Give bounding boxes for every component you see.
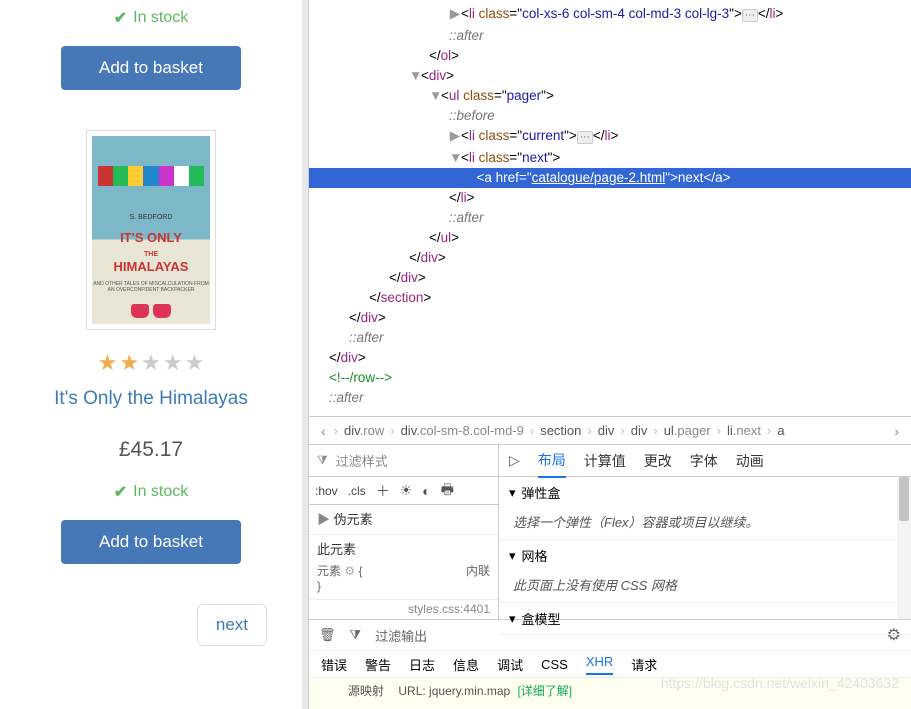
styles-tabs: ▷ 布局 计算值 更改 字体 动画 xyxy=(499,445,911,477)
boxmodel-section: ▾盒模型 xyxy=(499,603,911,635)
filter-styles-input[interactable]: 过滤样式 xyxy=(336,451,388,470)
add-to-basket-button-1[interactable]: Add to basket xyxy=(61,46,241,90)
console-tabs: 错误 警告 日志 信息 调试 CSS XHR 请求 xyxy=(309,650,911,678)
flexbox-section: ▾弹性盒 选择一个弹性（Flex）容器或项目以继续。 xyxy=(499,477,911,540)
expand-arrow-icon[interactable]: ▶ xyxy=(449,4,461,24)
product-card: S. BEDFORD IT'S ONLY THE HIMALAYAS AND O… xyxy=(15,130,287,646)
expand-arrow-icon[interactable]: ▶ xyxy=(449,126,461,146)
check-icon: ✔ xyxy=(114,8,127,28)
console-output: 源映射 URL: jquery.min.map [详细了解] xyxy=(309,678,911,709)
filter-output-input[interactable]: 过滤输出 xyxy=(375,626,427,645)
tab-debug[interactable]: 调试 xyxy=(497,655,523,674)
boxmodel-header[interactable]: ▾盒模型 xyxy=(499,603,911,634)
grid-header[interactable]: ▾网格 xyxy=(499,540,911,571)
tab-computed[interactable]: 计算值 xyxy=(584,445,626,477)
tab-fonts[interactable]: 字体 xyxy=(690,445,718,477)
tab-changes[interactable]: 更改 xyxy=(644,445,672,477)
breadcrumb-item[interactable]: div.row xyxy=(340,423,388,438)
stock-text: In stock xyxy=(133,9,188,27)
sourcemap-link[interactable]: [详细了解] xyxy=(517,684,572,698)
book-price: £45.17 xyxy=(15,438,287,462)
breadcrumb-item[interactable]: a xyxy=(773,423,788,438)
devtools-panel: ▶<li class="col-xs-6 col-sm-4 col-md-3 c… xyxy=(308,0,911,709)
chevron-down-icon: ▾ xyxy=(509,548,516,564)
star-icon: ★ xyxy=(98,350,118,376)
breadcrumb-item[interactable]: section xyxy=(536,423,585,438)
website-panel: ✔ In stock Add to basket S. BEDFORD IT'S… xyxy=(0,0,302,709)
star-icon: ★ xyxy=(119,350,139,376)
styles-toolbar: :hov .cls ＋ ☀ ◐ 🖶 xyxy=(309,477,498,505)
gear-icon[interactable]: ⚙ xyxy=(344,564,355,578)
collapse-arrow-icon[interactable]: ▼ xyxy=(449,148,461,168)
dom-breadcrumb: ‹ › div.row›div.col-sm-8.col-md-9›sectio… xyxy=(309,416,911,444)
breadcrumb-item[interactable]: li.next xyxy=(723,423,765,438)
chevron-down-icon: ▾ xyxy=(509,485,516,501)
book-title-link[interactable]: It's Only the Himalayas xyxy=(15,388,287,410)
selected-dom-node[interactable]: <a href="catalogue/page-2.html">next</a> xyxy=(309,168,911,188)
dark-mode-icon[interactable]: ◐ xyxy=(422,483,430,499)
trash-icon[interactable]: 🗑 xyxy=(319,627,336,643)
collapse-arrow-icon[interactable]: ▼ xyxy=(429,86,441,106)
cover-flags xyxy=(98,166,204,186)
grid-section: ▾网格 此页面上没有使用 CSS 网格 xyxy=(499,540,911,603)
layout-pane: ▷ 布局 计算值 更改 字体 动画 ▾弹性盒 选择一个弹性（Flex）容器或项目… xyxy=(499,445,911,619)
ellipsis-icon[interactable]: ⋯ xyxy=(742,9,758,22)
scrollbar-thumb[interactable] xyxy=(899,477,909,521)
grid-body: 此页面上没有使用 CSS 网格 xyxy=(499,571,911,602)
tab-xhr[interactable]: XHR xyxy=(586,654,613,675)
this-element-section: 此元素 元素 ⚙ {} 内联 xyxy=(309,535,498,600)
breadcrumb-next-icon[interactable]: › xyxy=(888,423,905,439)
star-icon: ★ xyxy=(163,350,183,376)
breadcrumb-item[interactable]: div xyxy=(594,423,619,438)
stock-text: In stock xyxy=(133,483,188,501)
chevron-down-icon: ▾ xyxy=(509,611,516,627)
book-cover: S. BEDFORD IT'S ONLY THE HIMALAYAS AND O… xyxy=(92,136,210,324)
breadcrumb-item[interactable]: ul.pager xyxy=(660,423,715,438)
scrollbar[interactable] xyxy=(897,477,911,619)
hov-toggle[interactable]: :hov xyxy=(315,484,338,498)
stylesheet-link[interactable]: styles.css:4401 xyxy=(309,600,498,618)
add-rule-icon[interactable]: ＋ xyxy=(376,481,390,501)
cls-toggle[interactable]: .cls xyxy=(348,484,366,498)
cover-author: S. BEDFORD xyxy=(92,214,210,221)
tab-info[interactable]: 信息 xyxy=(453,655,479,674)
tab-errors[interactable]: 错误 xyxy=(321,655,347,674)
pseudo-section[interactable]: ▶ 伪元素 xyxy=(309,505,498,535)
tab-layout[interactable]: 布局 xyxy=(538,444,566,478)
tab-requests[interactable]: 请求 xyxy=(631,655,657,674)
rules-pane: ⧩ 过滤样式 :hov .cls ＋ ☀ ◐ 🖶 ▶ 伪元素 此元素 元素 ⚙ … xyxy=(309,445,499,619)
stock-status-1: ✔ In stock xyxy=(15,8,287,28)
tab-logs[interactable]: 日志 xyxy=(409,655,435,674)
cover-shoes-icon xyxy=(92,304,210,318)
href-link[interactable]: catalogue/page-2.html xyxy=(532,170,666,185)
tab-warnings[interactable]: 警告 xyxy=(365,655,391,674)
filter-styles-row: ⧩ 过滤样式 xyxy=(309,445,498,477)
filter-icon: ⧩ xyxy=(317,453,328,468)
star-icon: ★ xyxy=(141,350,161,376)
tab-css[interactable]: CSS xyxy=(541,657,568,672)
next-page-button[interactable]: next xyxy=(197,604,267,646)
add-to-basket-button-2[interactable]: Add to basket xyxy=(61,520,241,564)
stock-status-2: ✔ In stock xyxy=(15,482,287,502)
book-thumbnail[interactable]: S. BEDFORD IT'S ONLY THE HIMALAYAS AND O… xyxy=(86,130,216,330)
play-icon[interactable]: ▷ xyxy=(509,452,520,469)
check-icon: ✔ xyxy=(114,482,127,502)
cover-title: IT'S ONLY THE HIMALAYAS xyxy=(92,231,210,274)
breadcrumb-item[interactable]: div.col-sm-8.col-md-9 xyxy=(397,423,528,438)
light-mode-icon[interactable]: ☀ xyxy=(400,482,413,499)
breadcrumb-prev-icon[interactable]: ‹ xyxy=(315,423,332,439)
styles-panel: ⧩ 过滤样式 :hov .cls ＋ ☀ ◐ 🖶 ▶ 伪元素 此元素 元素 ⚙ … xyxy=(309,444,911,619)
flexbox-header[interactable]: ▾弹性盒 xyxy=(499,477,911,508)
collapse-arrow-icon[interactable]: ▼ xyxy=(409,66,421,86)
star-icon: ★ xyxy=(185,350,205,376)
dom-tree[interactable]: ▶<li class="col-xs-6 col-sm-4 col-md-3 c… xyxy=(309,0,911,416)
tab-animations[interactable]: 动画 xyxy=(736,445,764,477)
filter-icon: ⧩ xyxy=(350,627,362,643)
cover-subtitle: AND OTHER TALES OF MISCALCULATION FROM A… xyxy=(92,281,210,293)
ellipsis-icon[interactable]: ⋯ xyxy=(577,131,593,144)
flexbox-body: 选择一个弹性（Flex）容器或项目以继续。 xyxy=(499,508,911,539)
star-rating: ★ ★ ★ ★ ★ xyxy=(15,350,287,376)
print-mode-icon[interactable]: 🖶 xyxy=(441,479,454,503)
breadcrumb-item[interactable]: div xyxy=(627,423,652,438)
